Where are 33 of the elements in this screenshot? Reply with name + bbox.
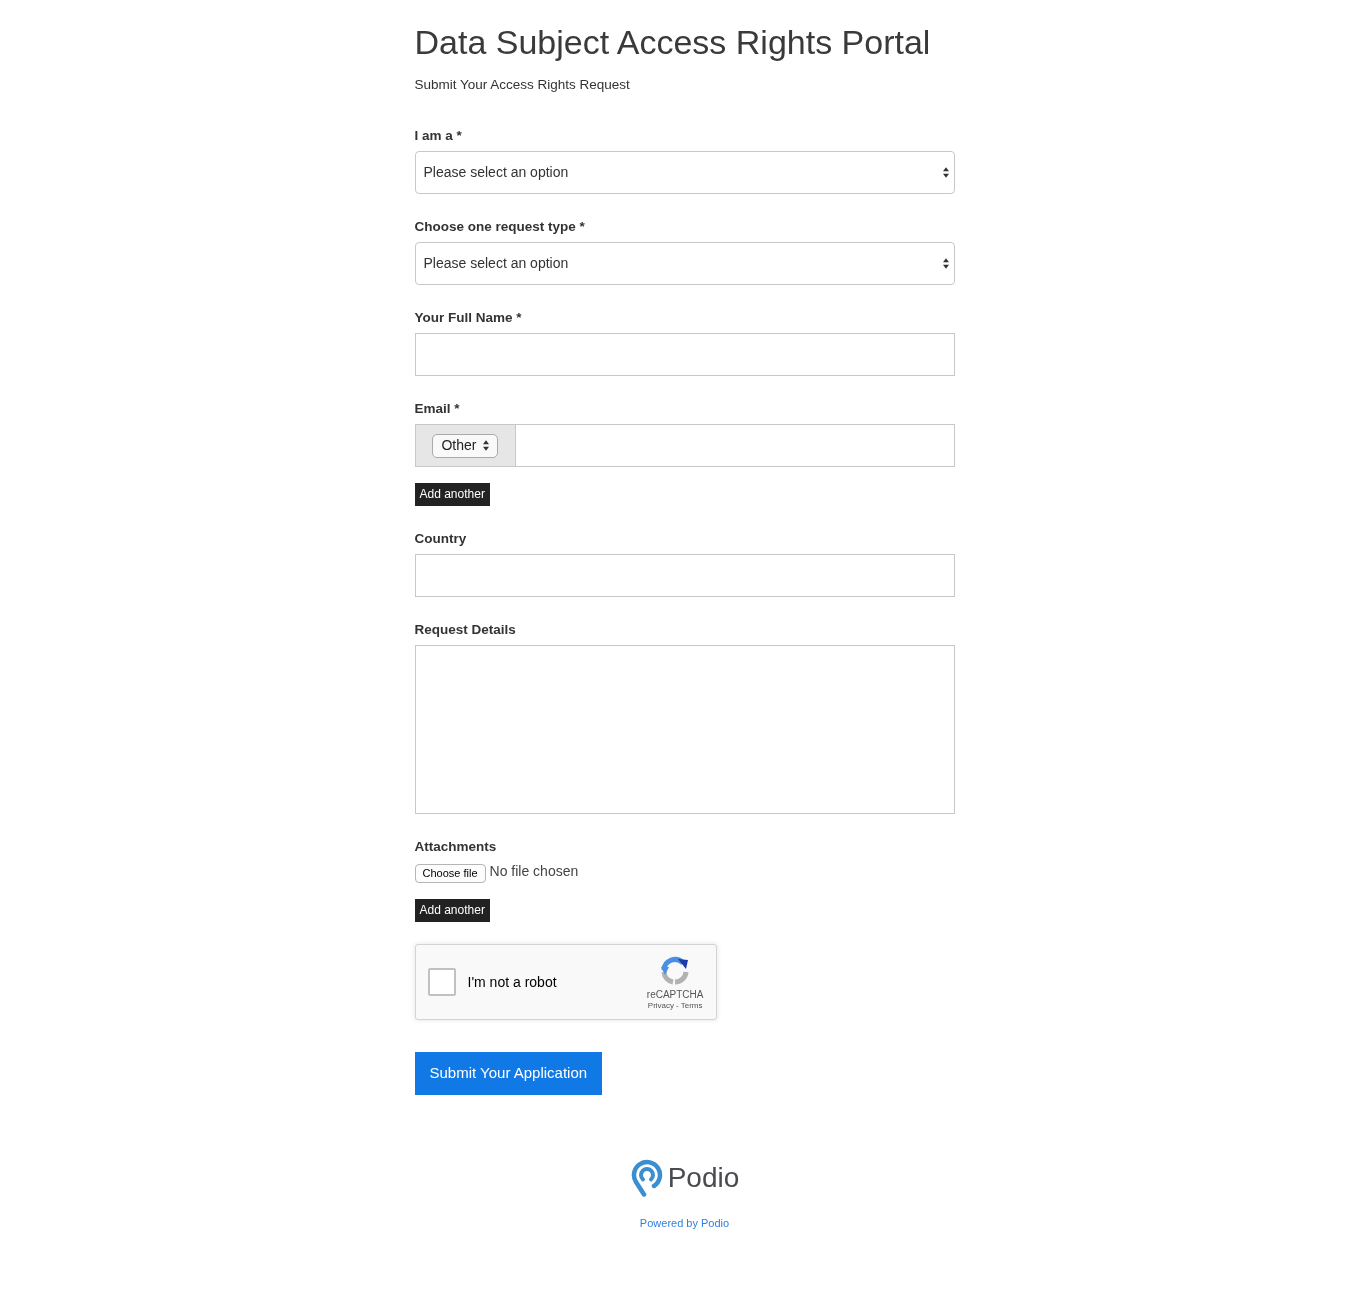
select-field[interactable]: Please select an option [414,151,955,194]
add-another-button[interactable]: Add another [414,483,490,506]
location-pin-icon [629,1159,664,1197]
captcha-label: I'm not a robot [467,972,557,992]
choose-file-button[interactable]: Choose file [414,864,486,883]
dropdown-arrows-icon [482,440,489,451]
checkbox[interactable] [427,968,456,996]
email-field[interactable] [515,424,955,467]
field-label: Email * [414,400,460,418]
text-field[interactable] [414,554,955,597]
dropdown-arrows-icon [942,167,949,178]
submit-button[interactable]: Submit Your Application [414,1052,603,1095]
file-status-text: No file chosen [489,863,579,879]
dropdown-arrows-icon [942,258,949,269]
field-label: Attachments [414,838,497,856]
select-field[interactable]: Please select an option [414,242,955,285]
page-subtitle: Submit Your Access Rights Request [414,76,630,94]
field-label: Country [414,530,467,548]
powered-by-link[interactable]: Powered by Podio [639,1216,730,1230]
privacy-link[interactable]: Privacy [647,1001,675,1011]
field-label: I am a * [414,127,462,145]
page-title: Data Subject Access Rights Portal [414,22,931,62]
logo-text: Podio [667,1161,740,1195]
link-separator: - [676,1001,679,1011]
field-label: Choose one request type * [414,218,585,236]
field-label: Your Full Name * [414,309,522,327]
terms-link[interactable]: Terms [680,1001,703,1011]
field-label: Request Details [414,621,516,639]
add-another-button[interactable]: Add another [414,899,490,922]
captcha-brand-text: reCAPTCHA [646,989,704,1001]
text-field[interactable] [414,333,955,376]
email-type-select[interactable]: Other [432,433,498,458]
textarea-field[interactable] [414,645,955,814]
